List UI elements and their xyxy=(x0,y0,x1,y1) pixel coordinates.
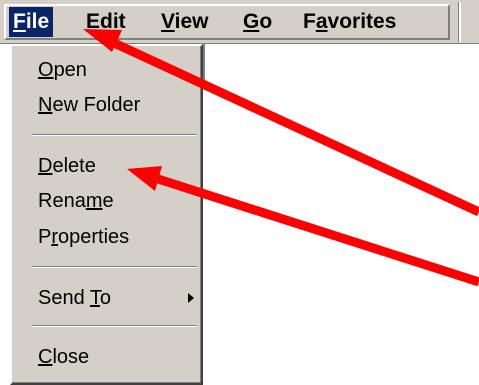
menu-separator xyxy=(32,266,197,268)
file-dropdown-menu: Open New Folder Delete Rename Properties… xyxy=(10,44,203,385)
menu-bar-edge xyxy=(458,2,461,42)
menu-favorites-text-pre: F xyxy=(303,10,316,33)
menu-item-close[interactable]: Close xyxy=(38,342,89,372)
delete-text-post: elete xyxy=(52,155,96,177)
menu-edit[interactable]: Edit xyxy=(82,7,130,37)
menu-favorites-text-post: vorites xyxy=(327,10,397,33)
menu-edit-mnemonic: E xyxy=(86,10,101,33)
new-folder-mnemonic: N xyxy=(38,94,53,116)
menu-favorites[interactable]: Favorites xyxy=(299,7,400,37)
menu-go-mnemonic: G xyxy=(243,10,260,33)
properties-text-post: operties xyxy=(58,226,130,248)
menu-file[interactable]: File xyxy=(9,7,54,37)
new-folder-text-post: ew Folder xyxy=(52,94,141,116)
menu-item-delete[interactable]: Delete xyxy=(38,151,96,181)
arrow-shaft xyxy=(153,173,479,287)
open-mnemonic: O xyxy=(38,59,54,81)
menu-item-properties[interactable]: Properties xyxy=(38,222,129,252)
properties-text-pre: P xyxy=(38,226,52,248)
menu-view-mnemonic: V xyxy=(161,10,175,33)
delete-mnemonic: D xyxy=(38,155,53,177)
rename-text-post: e xyxy=(102,190,114,212)
menu-file-text-post: ile xyxy=(25,10,50,33)
rename-text-pre: Rena xyxy=(38,190,86,212)
menu-go[interactable]: Go xyxy=(239,7,276,37)
open-text-post: pen xyxy=(53,59,87,81)
send-to-mnemonic: T xyxy=(89,287,100,309)
properties-mnemonic: r xyxy=(51,226,59,248)
menu-item-new-folder[interactable]: New Folder xyxy=(38,90,140,120)
rename-mnemonic: m xyxy=(85,190,103,212)
send-to-text-post: o xyxy=(99,287,112,309)
content-pane-edge xyxy=(203,44,205,84)
close-text-post: lose xyxy=(52,346,90,368)
close-mnemonic: C xyxy=(38,346,53,368)
menu-go-text-post: o xyxy=(259,10,273,33)
menu-item-send-to[interactable]: Send To xyxy=(38,283,111,313)
menu-item-open[interactable]: Open xyxy=(38,55,87,85)
menu-favorites-mnemonic: a xyxy=(315,10,328,33)
menu-bar: File Edit View Go Favorites xyxy=(0,0,479,44)
menu-separator xyxy=(32,325,197,327)
menu-edit-text-post: dit xyxy=(100,10,126,33)
menu-separator xyxy=(32,134,197,136)
send-to-text-pre: Send xyxy=(38,287,90,309)
menu-view[interactable]: View xyxy=(157,7,213,37)
menu-item-rename[interactable]: Rename xyxy=(38,186,114,216)
triangle-right-icon xyxy=(188,293,194,303)
menu-view-text-post: iew xyxy=(174,10,209,33)
menu-file-mnemonic: F xyxy=(13,10,26,33)
